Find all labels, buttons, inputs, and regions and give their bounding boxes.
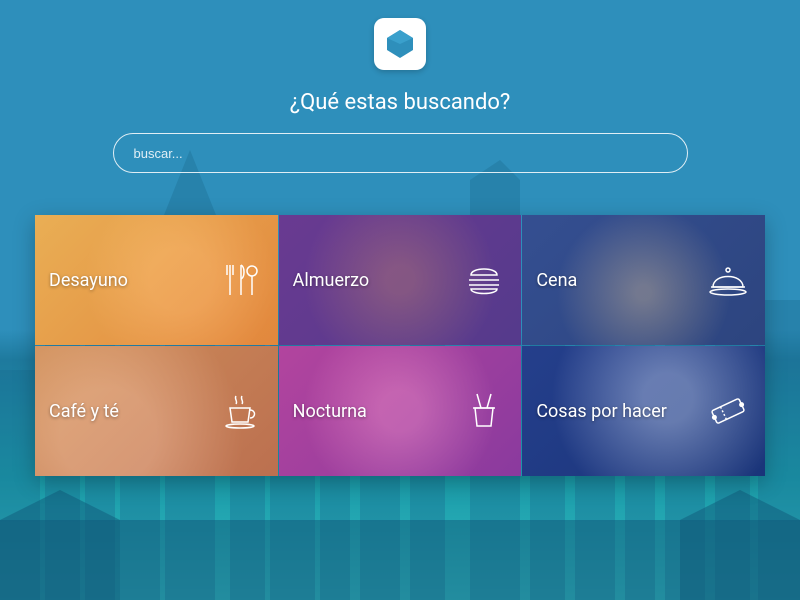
burger-icon xyxy=(461,257,507,303)
category-tile-desayuno[interactable]: Desayuno xyxy=(35,215,278,345)
category-label: Cosas por hacer xyxy=(536,401,667,422)
app-logo[interactable] xyxy=(374,18,426,70)
category-tile-cena[interactable]: Cena xyxy=(522,215,765,345)
ticket-icon xyxy=(705,388,751,434)
category-tile-nocturna[interactable]: Nocturna xyxy=(279,346,522,476)
category-label: Almuerzo xyxy=(293,270,370,291)
utensils-icon xyxy=(218,257,264,303)
category-label: Cena xyxy=(536,270,577,291)
logo-glyph-icon xyxy=(383,27,417,61)
category-label: Café y té xyxy=(49,401,119,422)
category-tile-cafe-y-te[interactable]: Café y té xyxy=(35,346,278,476)
ice-bucket-icon xyxy=(461,388,507,434)
category-grid: Desayuno Almuerzo Cena Café y té xyxy=(35,215,765,476)
page-heading: ¿Qué estas buscando? xyxy=(0,90,800,115)
search-input[interactable] xyxy=(113,133,688,173)
cloche-icon xyxy=(705,257,751,303)
category-label: Desayuno xyxy=(49,270,128,291)
category-tile-cosas-por-hacer[interactable]: Cosas por hacer xyxy=(522,346,765,476)
category-tile-almuerzo[interactable]: Almuerzo xyxy=(279,215,522,345)
coffee-cup-icon xyxy=(218,388,264,434)
category-label: Nocturna xyxy=(293,401,367,422)
